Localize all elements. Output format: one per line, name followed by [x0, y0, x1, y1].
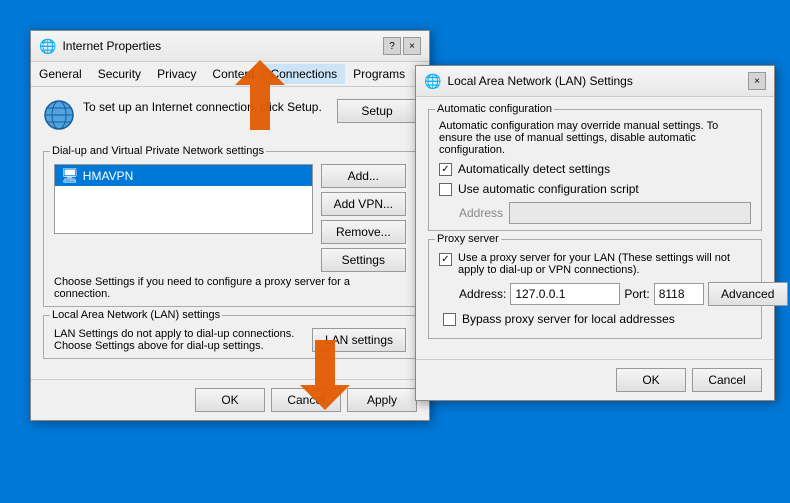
- lan-icon: 🌐: [424, 73, 441, 90]
- bypass-label[interactable]: Bypass proxy server for local addresses: [462, 312, 675, 326]
- menu-content[interactable]: Content: [204, 64, 262, 84]
- vpn-name: HMAVPN: [83, 169, 133, 183]
- lan-description: LAN Settings do not apply to dial-up con…: [54, 328, 312, 352]
- lan-close-button[interactable]: ×: [748, 72, 766, 90]
- proxy-address-input[interactable]: [510, 283, 620, 305]
- proxy-address-label: Address:: [459, 287, 506, 301]
- bypass-checkbox[interactable]: [443, 313, 456, 326]
- proxy-port-label: Port:: [624, 287, 649, 301]
- auto-detect-label[interactable]: Automatically detect settings: [458, 162, 610, 176]
- lan-section-content: LAN Settings do not apply to dial-up con…: [54, 328, 406, 352]
- use-script-checkbox[interactable]: [439, 183, 452, 196]
- menu-bar: General Security Privacy Content Connect…: [31, 62, 429, 87]
- auto-detect-checkbox[interactable]: [439, 163, 452, 176]
- proxy-fields: Address: Port: Advanced: [459, 282, 751, 306]
- vpn-list-item[interactable]: 🖥 HMAVPN: [55, 165, 312, 186]
- add-button[interactable]: Add...: [321, 164, 406, 188]
- vpn-buttons: Add... Add VPN... Remove... Settings: [321, 164, 406, 272]
- address-input[interactable]: [509, 202, 751, 224]
- apply-button[interactable]: Apply: [347, 388, 417, 412]
- bypass-row: Bypass proxy server for local addresses: [443, 312, 751, 326]
- ie-icon: 🌐: [39, 38, 56, 55]
- setup-section: To set up an Internet connection, click …: [43, 99, 417, 139]
- menu-privacy[interactable]: Privacy: [149, 64, 204, 84]
- dialup-title: Dial-up and Virtual Private Network sett…: [50, 145, 266, 157]
- internet-props-footer: OK Cancel Apply: [31, 379, 429, 420]
- dialup-description: Choose Settings if you need to configure…: [54, 276, 406, 300]
- auto-config-description: Automatic configuration may override man…: [439, 120, 751, 156]
- menu-general[interactable]: General: [31, 64, 90, 84]
- use-script-row: Use automatic configuration script: [439, 182, 751, 196]
- lan-footer: OK Cancel: [416, 359, 774, 400]
- titlebar-left: 🌐 Internet Properties: [39, 38, 161, 55]
- dialup-content: 🖥 HMAVPN Add... Add VPN... Remove... Set…: [54, 164, 406, 272]
- lan-section-title: Local Area Network (LAN) settings: [50, 309, 222, 321]
- lan-ok-button[interactable]: OK: [616, 368, 686, 392]
- menu-security[interactable]: Security: [90, 64, 149, 84]
- remove-button[interactable]: Remove...: [321, 220, 406, 244]
- lan-cancel-button[interactable]: Cancel: [692, 368, 762, 392]
- setup-button[interactable]: Setup: [337, 99, 417, 123]
- lan-section: Local Area Network (LAN) settings LAN Se…: [43, 315, 417, 359]
- lan-titlebar-left: 🌐 Local Area Network (LAN) Settings: [424, 73, 633, 90]
- internet-props-title: Internet Properties: [62, 39, 161, 53]
- address-row: Address: [459, 202, 751, 224]
- use-proxy-label[interactable]: Use a proxy server for your LAN (These s…: [458, 252, 751, 276]
- setup-text-content: To set up an Internet connection, click …: [83, 100, 322, 114]
- proxy-title: Proxy server: [435, 233, 501, 245]
- settings-button[interactable]: Settings: [321, 248, 406, 272]
- dialup-section: Dial-up and Virtual Private Network sett…: [43, 151, 417, 307]
- menu-connections[interactable]: Connections: [262, 64, 345, 84]
- lan-titlebar-controls: ×: [748, 72, 766, 90]
- auto-config-title: Automatic configuration: [435, 103, 554, 115]
- internet-props-titlebar: 🌐 Internet Properties ? ×: [31, 31, 429, 62]
- add-vpn-button[interactable]: Add VPN...: [321, 192, 406, 216]
- connections-content: To set up an Internet connection, click …: [31, 87, 429, 379]
- lan-title: Local Area Network (LAN) Settings: [447, 74, 632, 88]
- help-button[interactable]: ?: [383, 37, 401, 55]
- lan-titlebar: 🌐 Local Area Network (LAN) Settings ×: [416, 66, 774, 97]
- auto-detect-row: Automatically detect settings: [439, 162, 751, 176]
- proxy-port-input[interactable]: [654, 283, 704, 305]
- vpn-icon: 🖥: [61, 167, 79, 184]
- lan-content: Automatic configuration Automatic config…: [416, 97, 774, 359]
- close-button[interactable]: ×: [403, 37, 421, 55]
- auto-config-section: Automatic configuration Automatic config…: [428, 109, 762, 231]
- dialup-list[interactable]: 🖥 HMAVPN: [54, 164, 313, 234]
- cancel-button[interactable]: Cancel: [271, 388, 341, 412]
- lan-settings-button[interactable]: LAN settings: [312, 328, 406, 352]
- advanced-button[interactable]: Advanced: [708, 282, 788, 306]
- titlebar-controls: ? ×: [383, 37, 421, 55]
- lan-settings-dialog: 🌐 Local Area Network (LAN) Settings × Au…: [415, 65, 775, 401]
- address-label: Address: [459, 206, 503, 220]
- use-proxy-checkbox[interactable]: [439, 253, 452, 266]
- use-script-label[interactable]: Use automatic configuration script: [458, 182, 639, 196]
- internet-properties-dialog: 🌐 Internet Properties ? × General Securi…: [30, 30, 430, 421]
- use-proxy-row: Use a proxy server for your LAN (These s…: [439, 252, 751, 276]
- ok-button[interactable]: OK: [195, 388, 265, 412]
- network-icon: [43, 99, 75, 131]
- menu-programs[interactable]: Programs: [345, 64, 413, 84]
- proxy-section: Proxy server Use a proxy server for your…: [428, 239, 762, 339]
- setup-description: To set up an Internet connection, click …: [83, 99, 329, 116]
